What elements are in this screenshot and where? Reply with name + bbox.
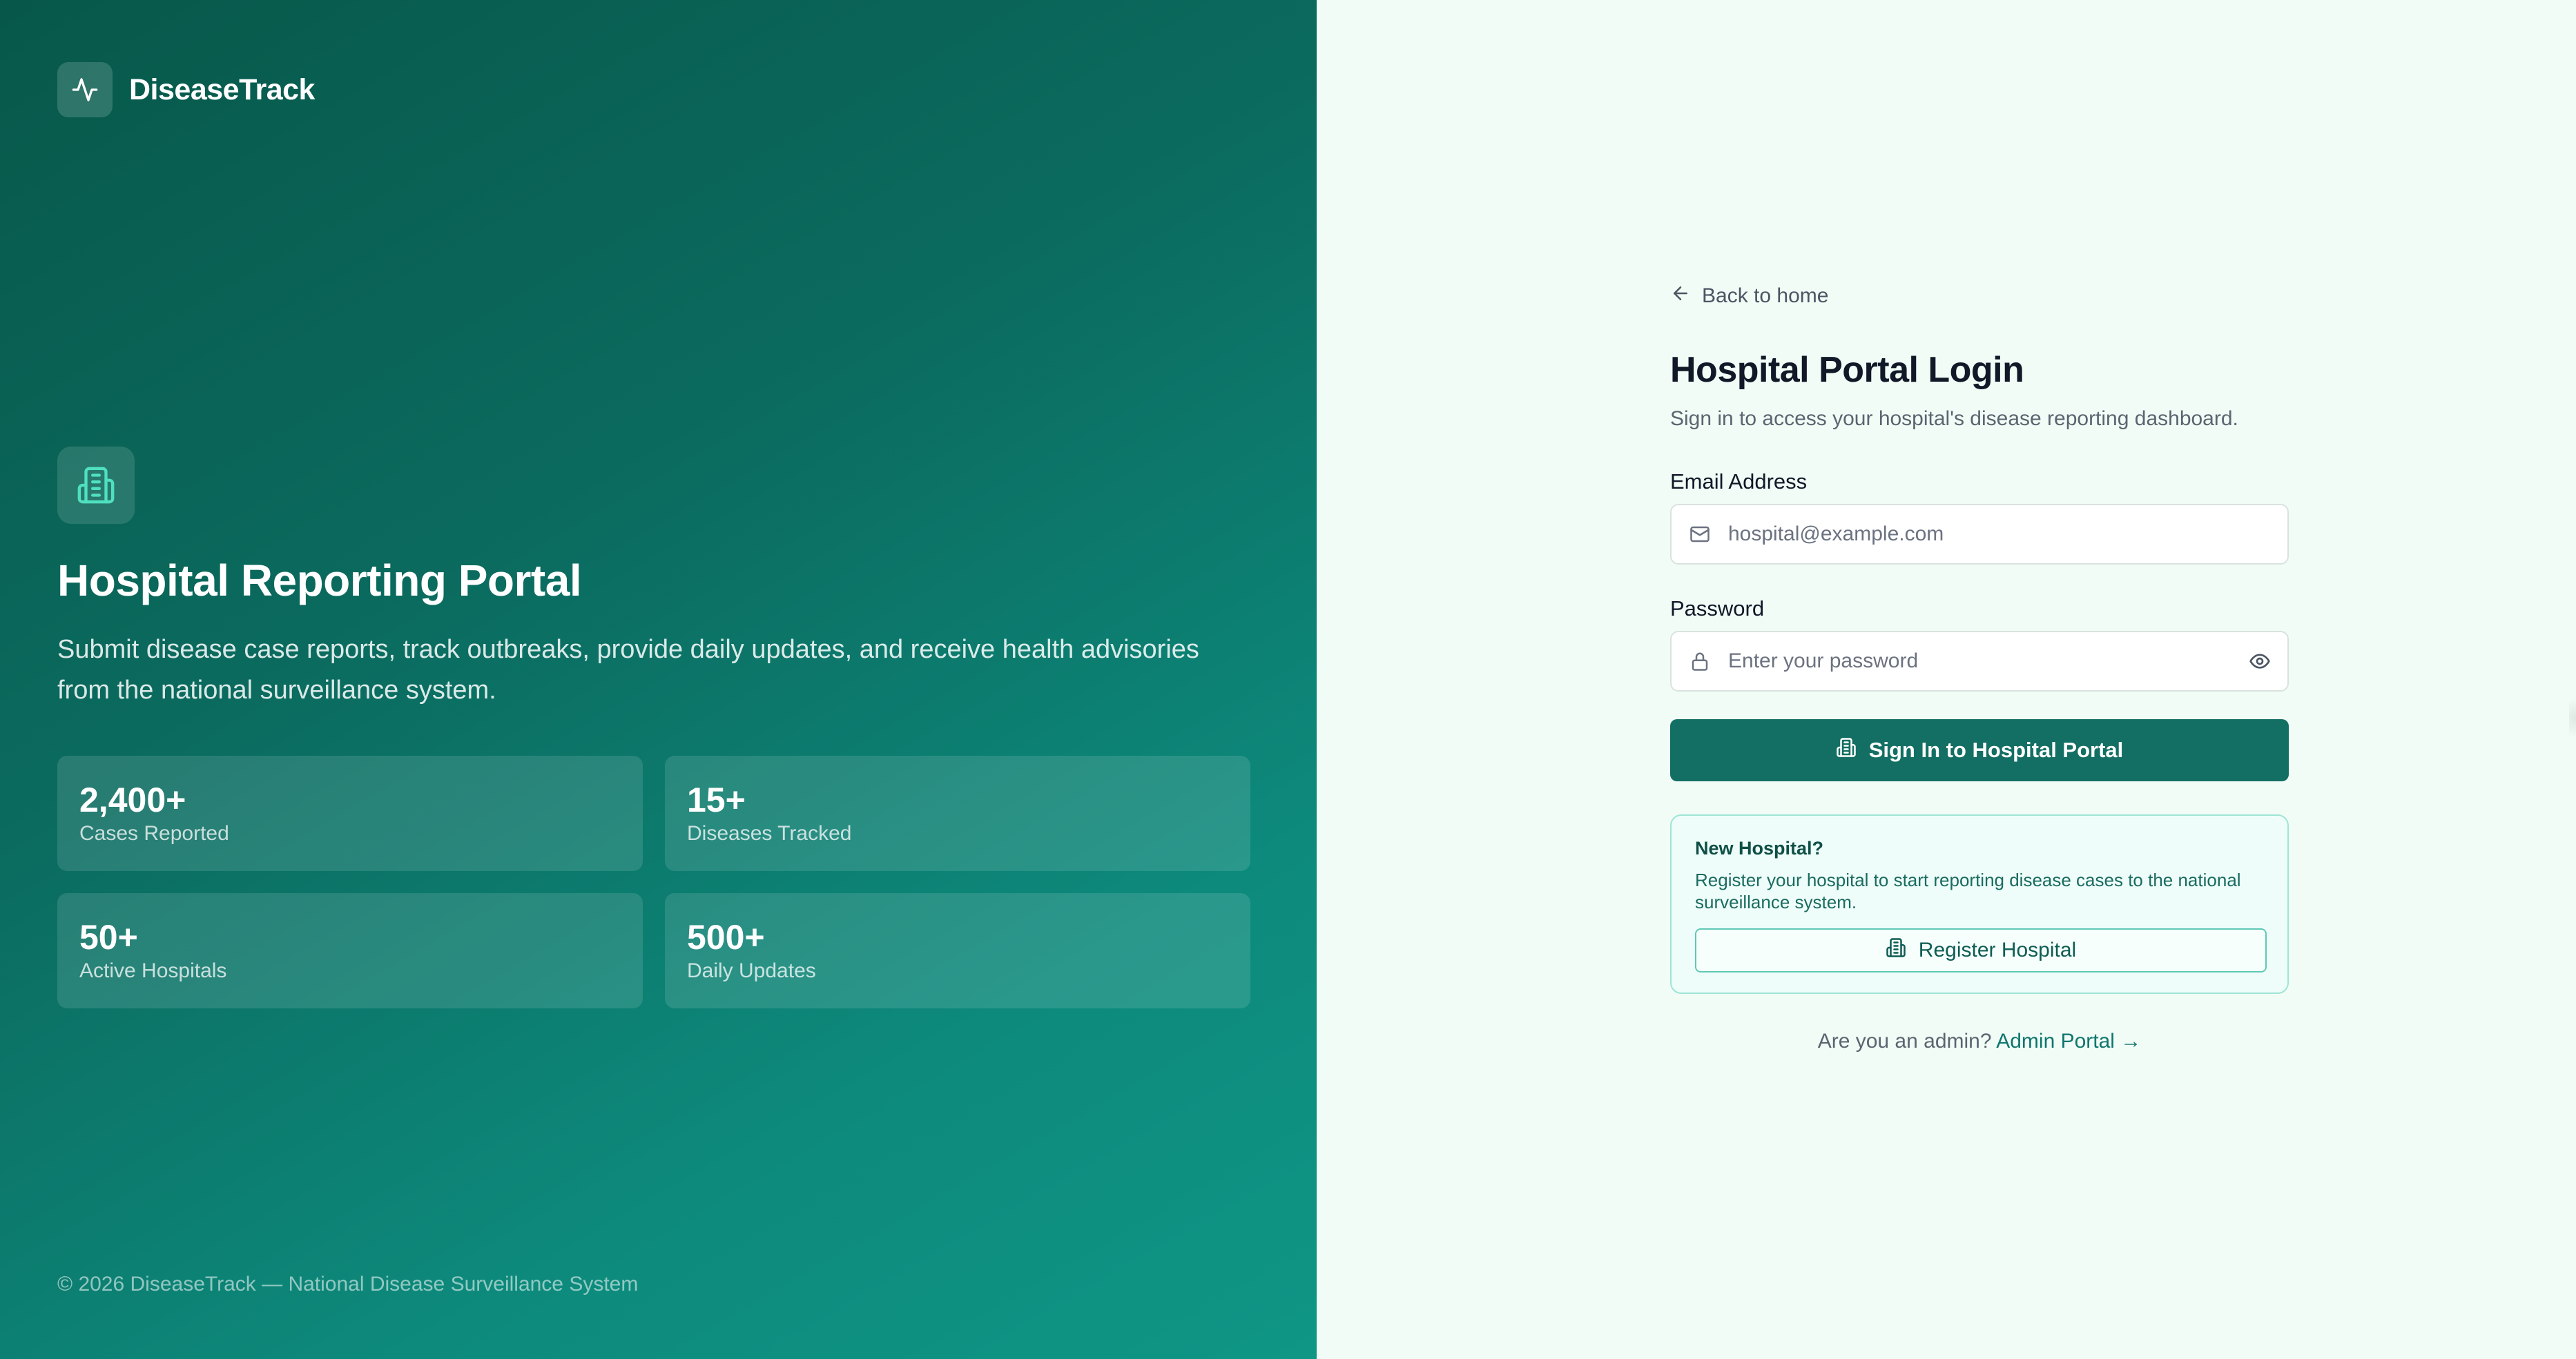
login-form: Back to home Hospital Portal Login Sign …	[1670, 283, 2289, 1053]
activity-pulse-icon	[57, 62, 113, 117]
hospital-building-icon	[1836, 737, 1857, 763]
stat-value: 15+	[687, 781, 746, 819]
email-field[interactable]: hospital@example.com	[1670, 504, 2289, 565]
stat-label: Active Hospitals	[79, 959, 227, 982]
stat-card: 500+ Daily Updates	[665, 893, 1250, 1008]
stat-label: Cases Reported	[79, 822, 229, 845]
register-label: Register Hospital	[1918, 939, 2077, 961]
admin-prompt-text: Are you an admin?	[1817, 1030, 1992, 1053]
edge-shadow	[2569, 690, 2576, 745]
register-hospital-button[interactable]: Register Hospital	[1695, 928, 2267, 972]
new-hospital-title: New Hospital?	[1695, 838, 1824, 859]
stat-card: 2,400+ Cases Reported	[57, 756, 643, 871]
mail-icon	[1688, 524, 1712, 545]
stat-label: Diseases Tracked	[687, 822, 852, 845]
page-title: Hospital Portal Login	[1670, 350, 2024, 390]
brand-name: DiseaseTrack	[129, 72, 315, 106]
brand[interactable]: DiseaseTrack	[57, 62, 315, 117]
page-subtitle: Sign in to access your hospital's diseas…	[1670, 407, 2238, 430]
password-placeholder: Enter your password	[1728, 649, 1919, 672]
back-to-home-link[interactable]: Back to home	[1670, 283, 2289, 309]
sign-in-button[interactable]: Sign In to Hospital Portal	[1670, 719, 2289, 781]
email-placeholder: hospital@example.com	[1728, 522, 1944, 545]
new-hospital-box: New Hospital? Register your hospital to …	[1670, 814, 2289, 994]
eye-icon[interactable]	[2249, 650, 2271, 672]
hospital-building-icon	[1886, 937, 1906, 964]
password-field[interactable]: Enter your password	[1670, 631, 2289, 692]
stat-card: 15+ Diseases Tracked	[665, 756, 1250, 871]
stat-value: 50+	[79, 918, 138, 957]
email-label: Email Address	[1670, 469, 1808, 493]
password-label: Password	[1670, 596, 1765, 620]
new-hospital-description: Register your hospital to start reportin…	[1695, 870, 2241, 912]
hero-title: Hospital Reporting Portal	[57, 556, 582, 605]
hospital-building-icon	[57, 447, 135, 524]
sign-in-label: Sign In to Hospital Portal	[1868, 738, 2124, 762]
arrow-left-icon	[1670, 283, 1691, 309]
stats-grid: 2,400+ Cases Reported 15+ Diseases Track…	[57, 756, 1250, 1008]
stat-value: 2,400+	[79, 781, 186, 819]
back-link-label: Back to home	[1702, 284, 1829, 307]
stat-card: 50+ Active Hospitals	[57, 893, 643, 1008]
login-panel: Back to home Hospital Portal Login Sign …	[1317, 0, 2576, 1359]
copyright: © 2026 DiseaseTrack — National Disease S…	[57, 1273, 639, 1296]
hero-panel: DiseaseTrack Hospital Reporting Portal S…	[0, 0, 1317, 1359]
stat-label: Daily Updates	[687, 959, 816, 982]
lock-icon	[1688, 651, 1712, 672]
admin-portal-link[interactable]: Admin Portal →	[1996, 1030, 2141, 1053]
admin-prompt: Are you an admin? Admin Portal →	[1670, 1030, 2289, 1053]
stat-value: 500+	[687, 918, 765, 957]
hero-description: Submit disease case reports, track outbr…	[57, 635, 1199, 705]
